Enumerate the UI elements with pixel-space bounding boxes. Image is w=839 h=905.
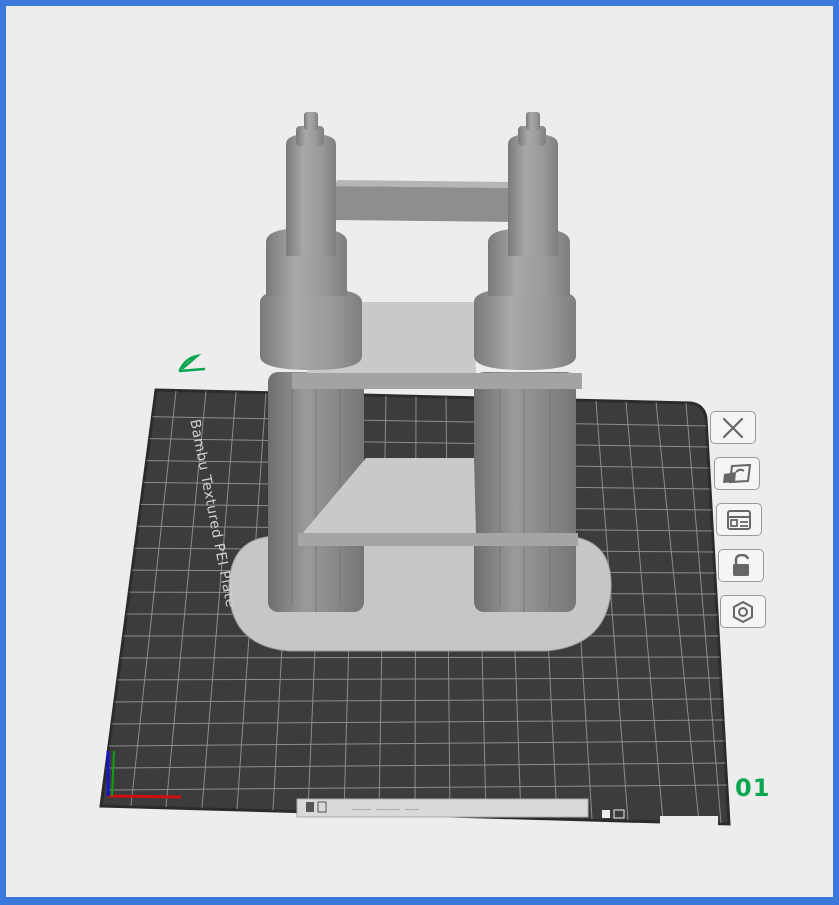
orient-icon: [723, 463, 752, 483]
3d-viewport[interactable]: Bambu Textured PEI Plate ~~~~ ~~~~~ ~~~ …: [6, 6, 833, 897]
plate-bottom-label: ~~~~ ~~~~~ ~~~: [352, 805, 420, 814]
plate-name-bar: [296, 798, 589, 818]
edit-plate-name-icon[interactable]: [178, 353, 206, 373]
auto-orient-button[interactable]: [714, 457, 760, 490]
plate-corner-tab: [660, 816, 718, 826]
model-object[interactable]: [228, 112, 612, 652]
arrange-button[interactable]: [716, 503, 762, 536]
delete-plate-button[interactable]: [710, 411, 756, 444]
arrange-icon: [727, 509, 751, 530]
lamp-icon: [602, 810, 610, 818]
close-icon: [722, 417, 744, 438]
x-axis: [107, 794, 182, 799]
scene-canvas[interactable]: [6, 6, 833, 897]
hexagon-nut-icon: [733, 600, 753, 623]
unlock-icon: [733, 553, 750, 576]
plate-settings-button[interactable]: [720, 595, 766, 628]
lock-plate-button[interactable]: [718, 549, 764, 582]
plate-number: 01: [735, 774, 771, 802]
plate-logo-icon: [306, 802, 314, 812]
